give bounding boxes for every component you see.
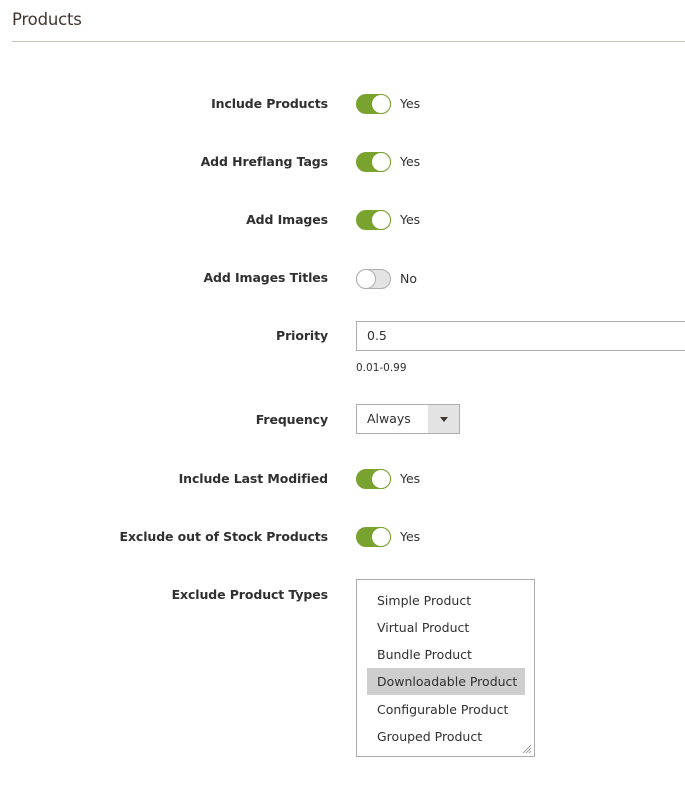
toggle-knob bbox=[371, 152, 391, 172]
option-virtual-product[interactable]: Virtual Product bbox=[367, 614, 525, 641]
option-bundle-product[interactable]: Bundle Product bbox=[367, 641, 525, 668]
frequency-select[interactable]: Always bbox=[356, 404, 460, 434]
frequency-value: Always bbox=[367, 411, 411, 426]
resize-handle-icon[interactable] bbox=[522, 744, 532, 754]
priority-input[interactable]: 0.5 bbox=[356, 321, 685, 351]
toggle-knob bbox=[371, 94, 391, 114]
add-hreflang-value: Yes bbox=[400, 154, 421, 169]
toggle-knob bbox=[371, 210, 391, 230]
include-products-toggle[interactable] bbox=[356, 94, 391, 114]
section-title: Products bbox=[12, 10, 82, 29]
chevron-down-icon bbox=[440, 417, 448, 422]
option-downloadable-product[interactable]: Downloadable Product bbox=[367, 668, 525, 695]
add-images-titles-value: No bbox=[400, 271, 417, 286]
toggle-knob bbox=[371, 527, 391, 547]
option-grouped-product[interactable]: Grouped Product bbox=[367, 723, 525, 750]
exclude-product-types-label: Exclude Product Types bbox=[171, 587, 329, 602]
add-images-value: Yes bbox=[400, 212, 421, 227]
exclude-out-of-stock-label: Exclude out of Stock Products bbox=[119, 529, 329, 544]
add-images-titles-label: Add Images Titles bbox=[203, 270, 328, 285]
option-configurable-product[interactable]: Configurable Product bbox=[367, 696, 525, 723]
exclude-out-of-stock-value: Yes bbox=[400, 529, 421, 544]
include-products-value: Yes bbox=[400, 96, 421, 111]
add-images-titles-toggle[interactable] bbox=[356, 269, 391, 289]
include-last-modified-label: Include Last Modified bbox=[178, 471, 329, 486]
option-simple-product[interactable]: Simple Product bbox=[367, 587, 525, 614]
section-divider bbox=[12, 41, 685, 42]
include-last-modified-toggle[interactable] bbox=[356, 469, 391, 489]
add-hreflang-toggle[interactable] bbox=[356, 152, 391, 172]
exclude-product-types-multiselect[interactable]: Simple Product Virtual Product Bundle Pr… bbox=[356, 579, 535, 757]
add-images-label: Add Images bbox=[246, 212, 328, 227]
toggle-knob bbox=[371, 469, 391, 489]
priority-label: Priority bbox=[276, 328, 328, 343]
priority-note: 0.01-0.99 bbox=[356, 362, 407, 374]
add-images-toggle[interactable] bbox=[356, 210, 391, 230]
include-last-modified-value: Yes bbox=[400, 471, 421, 486]
toggle-knob bbox=[356, 269, 376, 289]
dropdown-button[interactable] bbox=[428, 405, 459, 433]
frequency-label: Frequency bbox=[255, 412, 328, 427]
add-hreflang-label: Add Hreflang Tags bbox=[200, 154, 329, 169]
include-products-label: Include Products bbox=[211, 96, 328, 111]
exclude-out-of-stock-toggle[interactable] bbox=[356, 527, 391, 547]
